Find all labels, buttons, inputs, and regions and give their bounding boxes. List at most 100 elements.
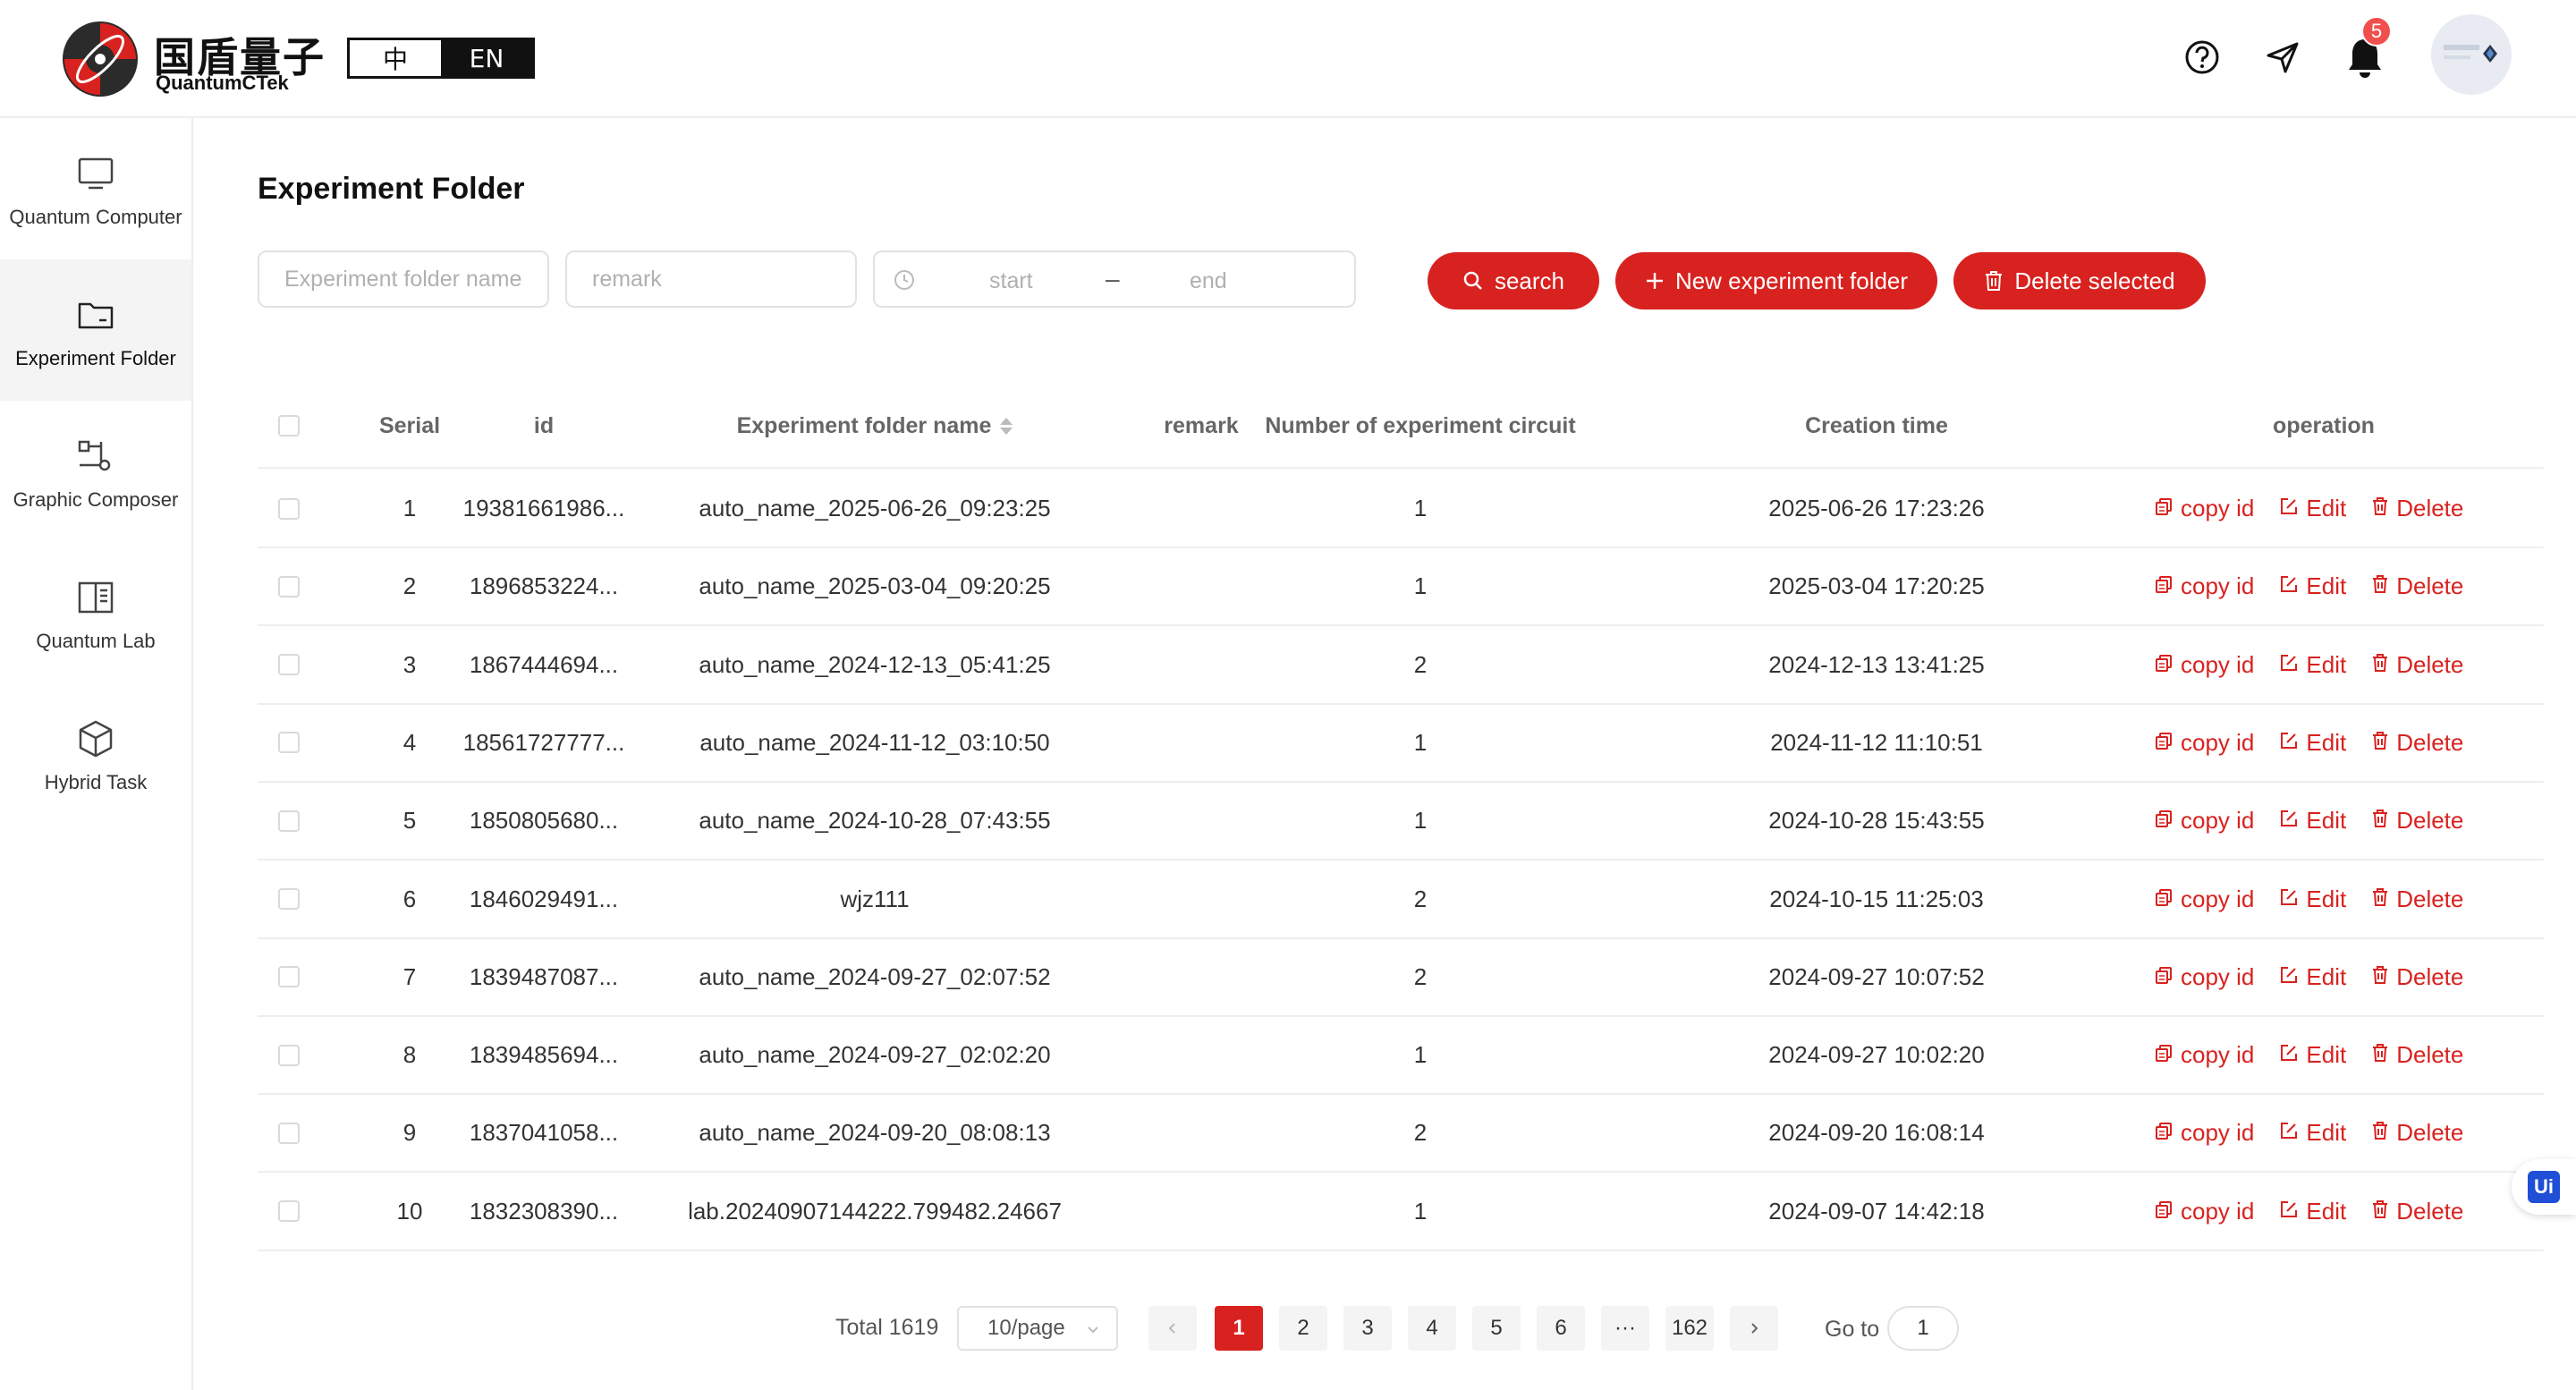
page-size-select[interactable]: 10/page — [957, 1306, 1118, 1351]
sidebar-item-experiment-folder[interactable]: Experiment Folder — [0, 259, 191, 401]
edit-button[interactable]: Edit — [2279, 572, 2346, 600]
delete-label: Delete — [2396, 728, 2464, 756]
copy-icon — [2154, 572, 2174, 600]
edit-button[interactable]: Edit — [2279, 1198, 2346, 1225]
edit-button[interactable]: Edit — [2279, 495, 2346, 522]
cell-creation-time: 2024-09-27 10:07:52 — [1768, 962, 1985, 990]
edit-button[interactable]: Edit — [2279, 963, 2346, 991]
page-button[interactable]: 2 — [1279, 1306, 1327, 1351]
row-checkbox[interactable] — [278, 654, 300, 676]
delete-button[interactable]: Delete — [2371, 1198, 2463, 1225]
start-date-input[interactable]: start — [989, 268, 1033, 294]
user-avatar[interactable] — [2431, 14, 2512, 95]
page-ellipsis[interactable]: ··· — [1601, 1306, 1649, 1351]
row-operations: copy id Edit Delete — [2154, 783, 2488, 859]
row-operations: copy id Edit Delete — [2154, 548, 2488, 624]
column-header-creation-time: Creation time — [1805, 412, 1948, 438]
trash-icon — [2371, 495, 2389, 522]
delete-button[interactable]: Delete — [2371, 651, 2463, 679]
row-checkbox[interactable] — [278, 888, 300, 910]
cell-circuit-count: 2 — [1413, 962, 1428, 990]
delete-selected-button[interactable]: Delete selected — [1953, 252, 2206, 309]
sidebar-item-graphic-composer[interactable]: Graphic Composer — [0, 401, 191, 542]
copy-id-button[interactable]: copy id — [2154, 572, 2254, 600]
remark-search-input[interactable]: remark — [565, 250, 857, 308]
edit-button[interactable]: Edit — [2279, 807, 2346, 835]
column-header-name[interactable]: Experiment folder name — [642, 385, 1107, 467]
trash-icon — [2371, 807, 2389, 835]
row-checkbox[interactable] — [278, 809, 300, 832]
cell-creation-time: 2024-11-12 11:10:51 — [1770, 728, 1983, 756]
delete-button[interactable]: Delete — [2371, 1119, 2463, 1147]
edit-label: Edit — [2306, 1197, 2347, 1225]
new-experiment-folder-button[interactable]: New experiment folder — [1615, 252, 1937, 309]
sidebar-item-quantum-computer[interactable]: Quantum Computer — [0, 118, 191, 259]
edit-button[interactable]: Edit — [2279, 651, 2346, 679]
delete-button[interactable]: Delete — [2371, 886, 2463, 913]
delete-button[interactable]: Delete — [2371, 807, 2463, 835]
help-icon[interactable] — [2177, 32, 2227, 82]
sort-icon[interactable] — [1000, 417, 1013, 435]
copy-id-button[interactable]: copy id — [2154, 729, 2254, 757]
copy-id-button[interactable]: copy id — [2154, 1119, 2254, 1147]
delete-button[interactable]: Delete — [2371, 572, 2463, 600]
copy-icon — [2154, 495, 2174, 522]
page-button[interactable]: 5 — [1472, 1306, 1521, 1351]
row-checkbox[interactable] — [278, 1122, 300, 1144]
copy-icon — [2154, 729, 2174, 757]
lang-en-button[interactable]: EN — [441, 40, 532, 76]
row-checkbox[interactable] — [278, 966, 300, 988]
edit-button[interactable]: Edit — [2279, 1041, 2346, 1069]
delete-button[interactable]: Delete — [2371, 963, 2463, 991]
sidebar-item-hybrid-task[interactable]: Hybrid Task — [0, 683, 191, 825]
edit-button[interactable]: Edit — [2279, 886, 2346, 913]
copy-id-button[interactable]: copy id — [2154, 1198, 2254, 1225]
delete-button[interactable]: Delete — [2371, 729, 2463, 757]
cell-id: 1850805680... — [469, 807, 619, 835]
row-checkbox[interactable] — [278, 1200, 300, 1223]
edit-label: Edit — [2306, 885, 2347, 912]
copy-id-button[interactable]: copy id — [2154, 807, 2254, 835]
copy-id-button[interactable]: copy id — [2154, 886, 2254, 913]
sidebar-item-quantum-lab[interactable]: Quantum Lab — [0, 542, 191, 683]
table-row: 3 1867444694... auto_name_2024-12-13_05:41… — [258, 627, 2544, 705]
end-date-input[interactable]: end — [1190, 268, 1227, 294]
row-checkbox[interactable] — [278, 732, 300, 754]
edit-icon — [2279, 1119, 2299, 1147]
delete-label: Delete — [2396, 572, 2464, 600]
search-button[interactable]: search — [1428, 252, 1599, 309]
floating-ui-widget[interactable]: Ui — [2512, 1159, 2576, 1215]
trash-icon — [2371, 1119, 2389, 1147]
trash-icon — [2371, 651, 2389, 679]
copy-id-button[interactable]: copy id — [2154, 963, 2254, 991]
delete-button[interactable]: Delete — [2371, 495, 2463, 522]
page-button[interactable]: 4 — [1408, 1306, 1456, 1351]
copy-id-button[interactable]: copy id — [2154, 1041, 2254, 1069]
delete-button[interactable]: Delete — [2371, 1041, 2463, 1069]
select-all-checkbox[interactable] — [278, 415, 300, 436]
page-button[interactable]: 6 — [1537, 1306, 1585, 1351]
cell-creation-time: 2024-12-13 13:41:25 — [1768, 650, 1985, 678]
row-checkbox[interactable] — [278, 575, 300, 598]
prev-page-button[interactable] — [1148, 1306, 1197, 1351]
next-page-button[interactable] — [1730, 1306, 1778, 1351]
row-checkbox[interactable] — [278, 1044, 300, 1066]
copy-id-button[interactable]: copy id — [2154, 651, 2254, 679]
row-checkbox[interactable] — [278, 497, 300, 520]
copy-id-button[interactable]: copy id — [2154, 495, 2254, 522]
page-button[interactable]: 162 — [1665, 1306, 1714, 1351]
page-button[interactable]: 3 — [1343, 1306, 1392, 1351]
page-button[interactable]: 1 — [1215, 1306, 1263, 1351]
delete-selected-button-label: Delete selected — [2014, 267, 2175, 294]
edit-button[interactable]: Edit — [2279, 1119, 2346, 1147]
brand-logo[interactable]: 国盾量子 QuantumCTek — [61, 18, 329, 100]
goto-page-input[interactable]: 1 — [1887, 1306, 1959, 1351]
cell-folder-name: auto_name_2024-09-20_08:08:13 — [699, 1119, 1051, 1147]
folder-name-search-input[interactable]: Experiment folder name — [258, 250, 549, 308]
lang-zh-button[interactable]: 中 — [350, 40, 441, 76]
edit-button[interactable]: Edit — [2279, 729, 2346, 757]
date-range-picker[interactable]: start – end — [873, 250, 1356, 308]
send-icon[interactable] — [2258, 32, 2308, 82]
copy-icon — [2154, 807, 2174, 835]
trash-icon — [2371, 729, 2389, 757]
